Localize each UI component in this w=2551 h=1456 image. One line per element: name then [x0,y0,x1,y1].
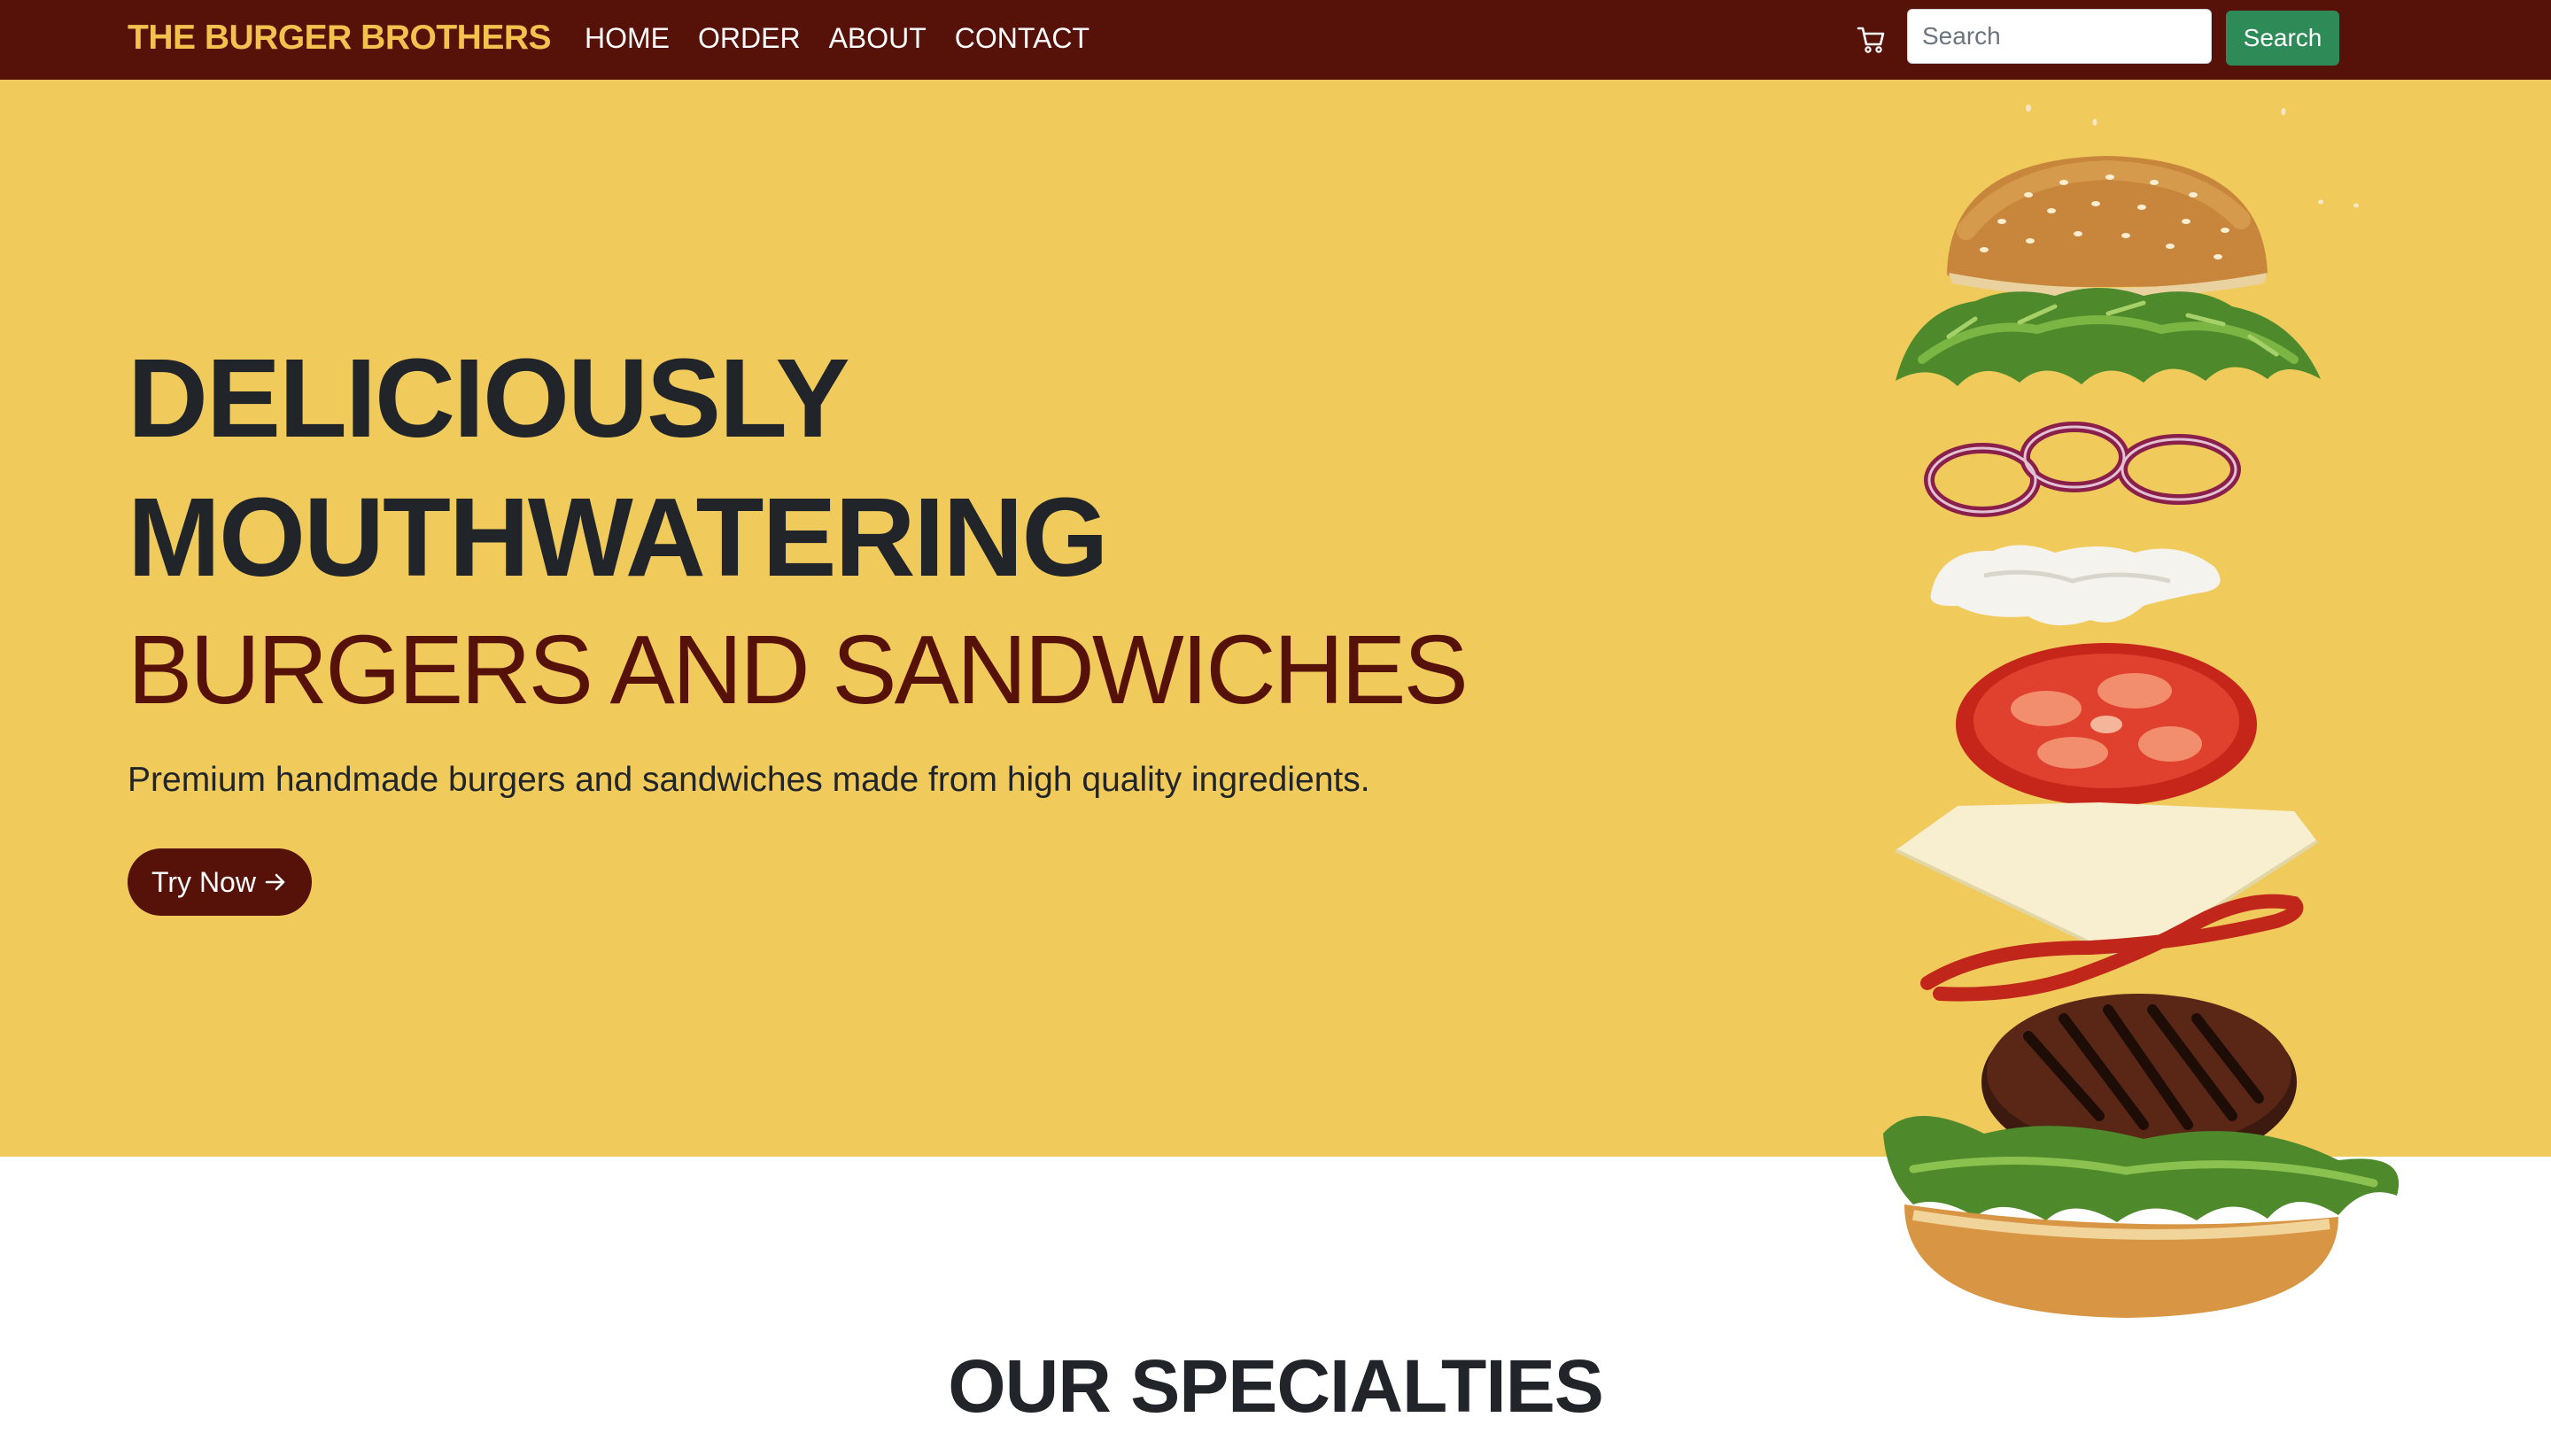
exploded-burger-illustration [1883,105,2400,1318]
brand-logo[interactable]: THE BURGER BROTHERS [128,16,552,60]
hero-heading-line-2: MOUTHWATERING [128,475,1109,600]
nav-link-order[interactable]: ORDER [698,19,801,57]
top-lettuce [1896,288,2321,386]
nav-link-about[interactable]: ABOUT [829,19,927,57]
top-bun [1947,156,2268,298]
cheese-slice [1895,802,2319,964]
hero-subheading: BURGERS AND SANDWICHES [128,616,1469,724]
search-button[interactable]: Search [2226,11,2339,66]
try-now-label: Try Now [151,865,256,898]
search-input[interactable] [1907,9,2212,64]
navbar: THE BURGER BROTHERS HOME ORDER ABOUT CON… [0,0,2551,80]
nav-links: HOME ORDER ABOUT CONTACT [585,19,1089,57]
bottom-bun [1904,1204,2338,1318]
mayonnaise [1930,545,2221,626]
nav-link-contact[interactable]: CONTACT [955,19,1089,57]
nav-link-home[interactable]: HOME [585,19,670,57]
hero-heading-line-1: DELICIOUSLY [128,336,849,461]
section-title-specialties: OUR SPECIALTIES [948,1344,1604,1428]
arrow-right-icon [265,873,285,891]
try-now-button[interactable]: Try Now [128,848,312,916]
cart-icon[interactable] [1857,25,1887,55]
hero-description: Premium handmade burgers and sandwiches … [128,761,1370,799]
tomato-slice [1956,643,2257,806]
